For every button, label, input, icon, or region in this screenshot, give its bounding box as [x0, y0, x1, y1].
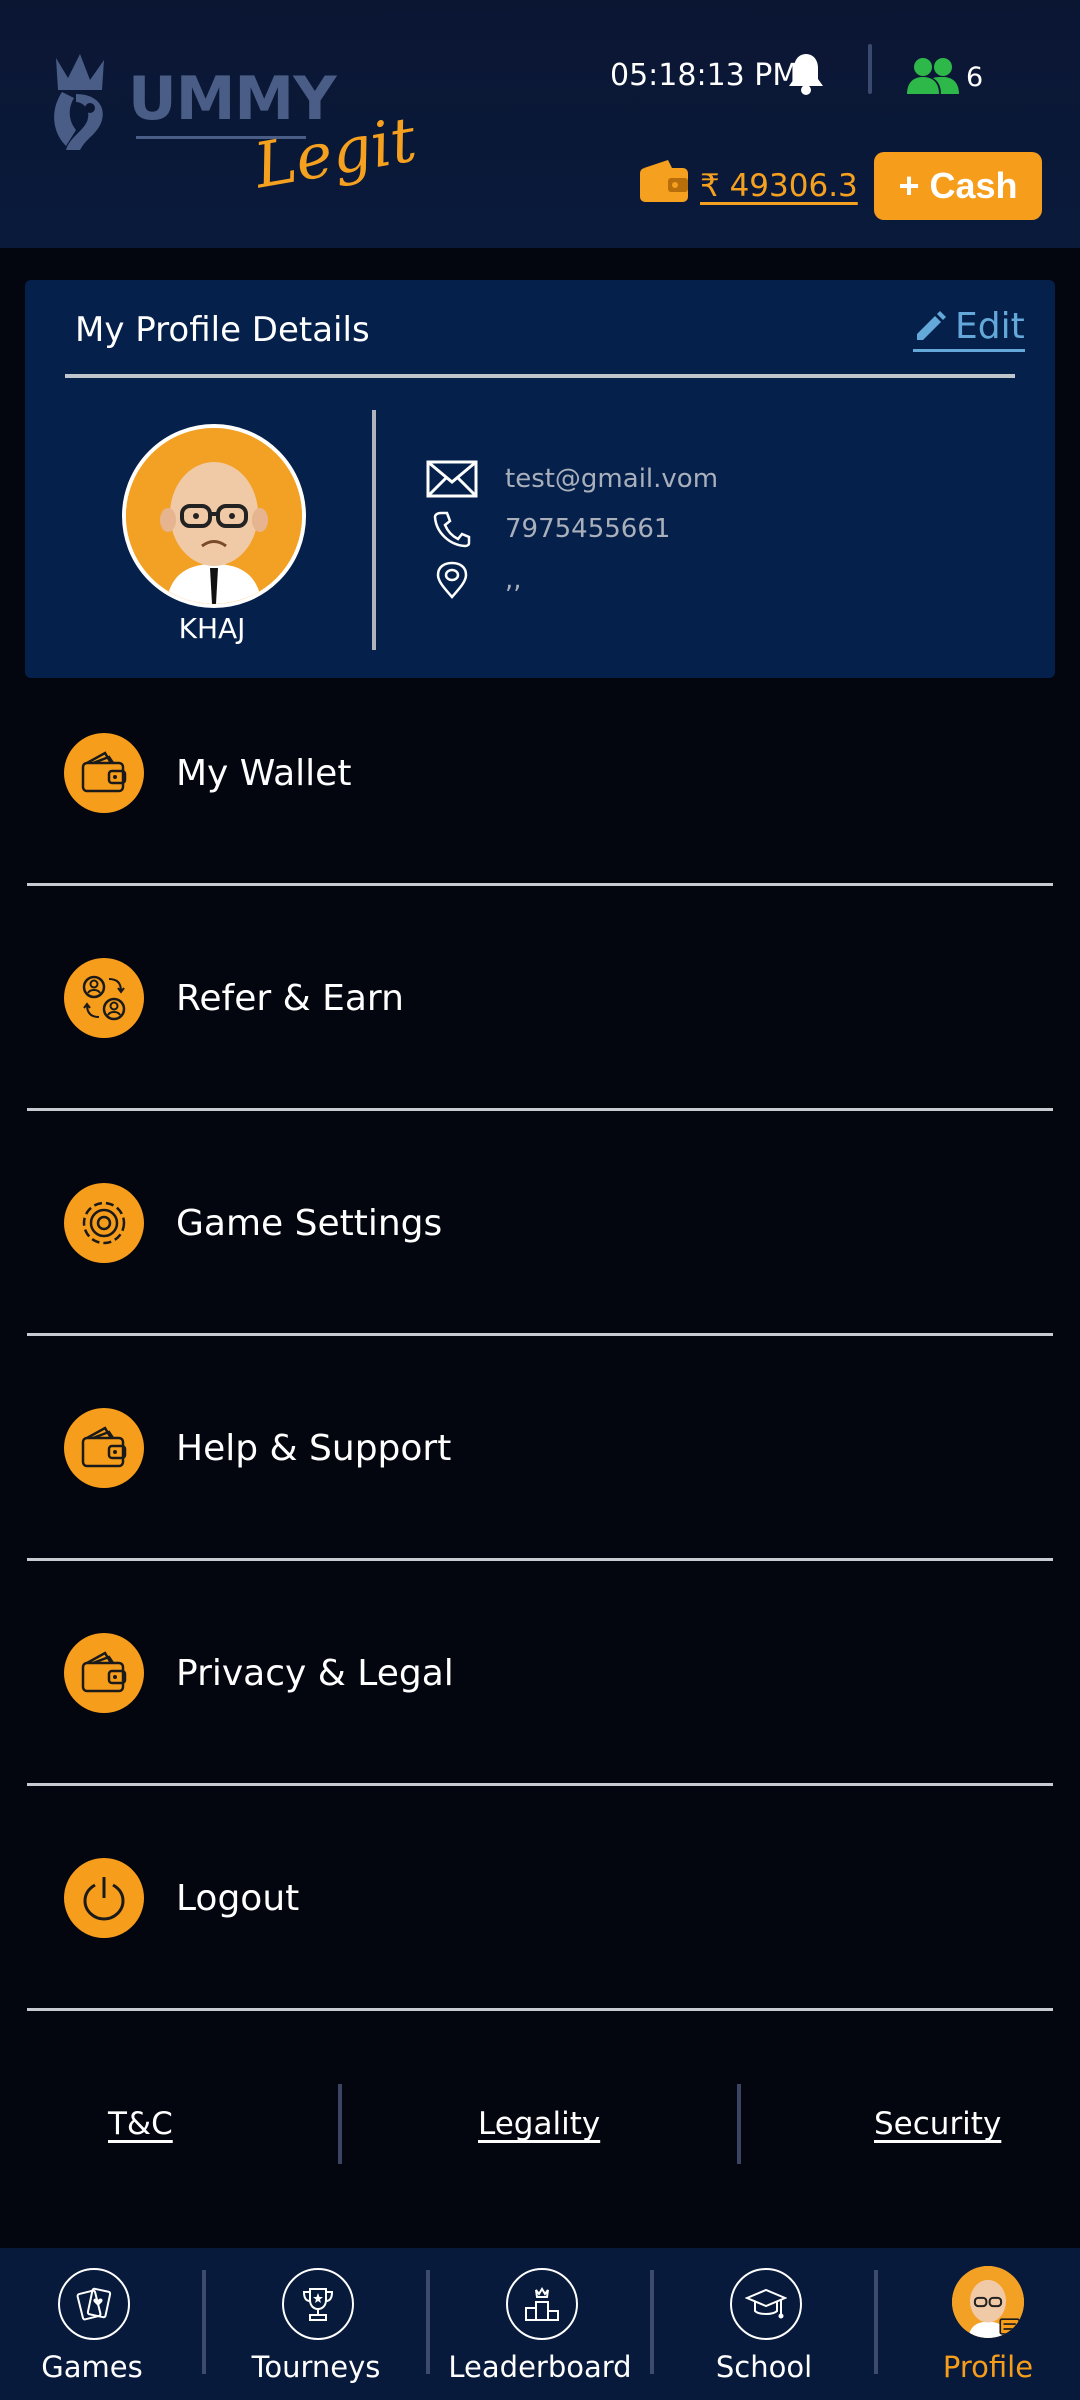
phone-row: 7975455661	[425, 510, 670, 548]
menu-divider	[27, 2008, 1053, 2011]
online-users-icon[interactable]	[906, 56, 960, 96]
podium-icon	[506, 2268, 578, 2340]
menu-divider	[27, 1558, 1053, 1561]
nav-tab-profile[interactable]: Profile	[890, 2266, 1080, 2400]
settings-gear-icon	[64, 1183, 144, 1263]
menu-item-logout[interactable]: Logout	[64, 1858, 1014, 1938]
legality-link[interactable]: Legality	[478, 2106, 600, 2142]
wallet-balance[interactable]: ₹ 49306.3	[700, 168, 858, 204]
add-cash-button[interactable]: + Cash	[874, 152, 1042, 220]
menu-item-help-support[interactable]: Help & Support	[64, 1408, 1014, 1488]
security-link[interactable]: Security	[874, 2106, 1001, 2142]
nav-tab-games[interactable]: Games	[0, 2268, 194, 2400]
online-users-count: 6	[966, 62, 984, 93]
bottom-nav: Games Tourneys Leaderboard School Profil…	[0, 2248, 1080, 2400]
address-row: ,,	[425, 560, 522, 600]
menu-label: Game Settings	[176, 1202, 443, 1244]
card-vertical-divider	[372, 410, 376, 650]
profile-email: test@gmail.vom	[505, 464, 719, 494]
menu-label: Refer & Earn	[176, 977, 404, 1019]
avatar[interactable]	[122, 424, 306, 608]
menu-label: Help & Support	[176, 1427, 452, 1469]
nav-divider	[874, 2270, 878, 2374]
avatar-face-icon	[126, 428, 302, 604]
edit-label: Edit	[955, 306, 1025, 347]
profile-card-title: My Profile Details	[75, 310, 370, 350]
profile-name: KHAJ	[178, 612, 246, 645]
mail-icon	[426, 460, 478, 498]
menu-divider	[27, 1333, 1053, 1336]
nav-tab-leaderboard[interactable]: Leaderboard	[442, 2268, 642, 2400]
wallet-icon	[64, 1633, 144, 1713]
nav-divider	[650, 2270, 654, 2374]
clock-time: 05:18:13 PM	[610, 58, 799, 93]
nav-divider	[426, 2270, 430, 2374]
refer-icon	[64, 958, 144, 1038]
nav-label: Leaderboard	[448, 2350, 632, 2384]
pencil-icon	[917, 310, 946, 340]
phone-icon	[433, 511, 471, 548]
menu-item-refer-earn[interactable]: Refer & Earn	[64, 958, 1014, 1038]
nav-label: Profile	[942, 2350, 1034, 2384]
nav-label: Tourneys	[251, 2350, 381, 2384]
menu-divider	[27, 1783, 1053, 1786]
tnc-link[interactable]: T&C	[108, 2106, 173, 2142]
wallet-icon	[64, 733, 144, 813]
menu-divider	[27, 883, 1053, 886]
menu-label: Privacy & Legal	[176, 1652, 454, 1694]
menu-item-game-settings[interactable]: Game Settings	[64, 1183, 1014, 1263]
menu-divider	[27, 1108, 1053, 1111]
nav-divider	[202, 2270, 206, 2374]
menu-label: My Wallet	[176, 752, 352, 794]
trophy-icon	[282, 2268, 354, 2340]
profile-address: ,,	[505, 565, 522, 595]
header-divider	[868, 44, 872, 94]
edit-profile-button[interactable]: Edit	[913, 306, 1025, 352]
location-pin-icon	[436, 561, 468, 599]
menu-item-privacy-legal[interactable]: Privacy & Legal	[64, 1633, 1014, 1713]
menu-item-my-wallet[interactable]: My Wallet	[64, 733, 1014, 813]
profile-card: My Profile Details Edit KHAJ test@gmail.…	[25, 280, 1055, 678]
king-logo-icon	[54, 54, 104, 150]
power-icon	[64, 1858, 144, 1938]
footer-divider	[737, 2084, 741, 2164]
nav-tab-tourneys[interactable]: Tourneys	[218, 2268, 418, 2400]
app-logo: UMMY Legit	[46, 44, 421, 204]
nav-label: Games	[41, 2350, 143, 2384]
card-divider	[65, 374, 1015, 378]
graduation-cap-icon	[730, 2268, 802, 2340]
profile-phone: 7975455661	[505, 514, 671, 544]
nav-tab-school[interactable]: School	[666, 2268, 866, 2400]
menu-label: Logout	[176, 1877, 300, 1919]
nav-label: School	[715, 2350, 813, 2384]
email-row: test@gmail.vom	[425, 460, 718, 498]
avatar-icon	[952, 2266, 1024, 2338]
footer-divider	[338, 2084, 342, 2164]
bell-icon[interactable]	[786, 52, 826, 96]
wallet-icon	[64, 1408, 144, 1488]
cards-icon	[58, 2268, 130, 2340]
app-header: UMMY Legit 05:18:13 PM 6 ₹ 49306.3 + Cas…	[0, 0, 1080, 248]
wallet-icon[interactable]	[638, 158, 690, 204]
